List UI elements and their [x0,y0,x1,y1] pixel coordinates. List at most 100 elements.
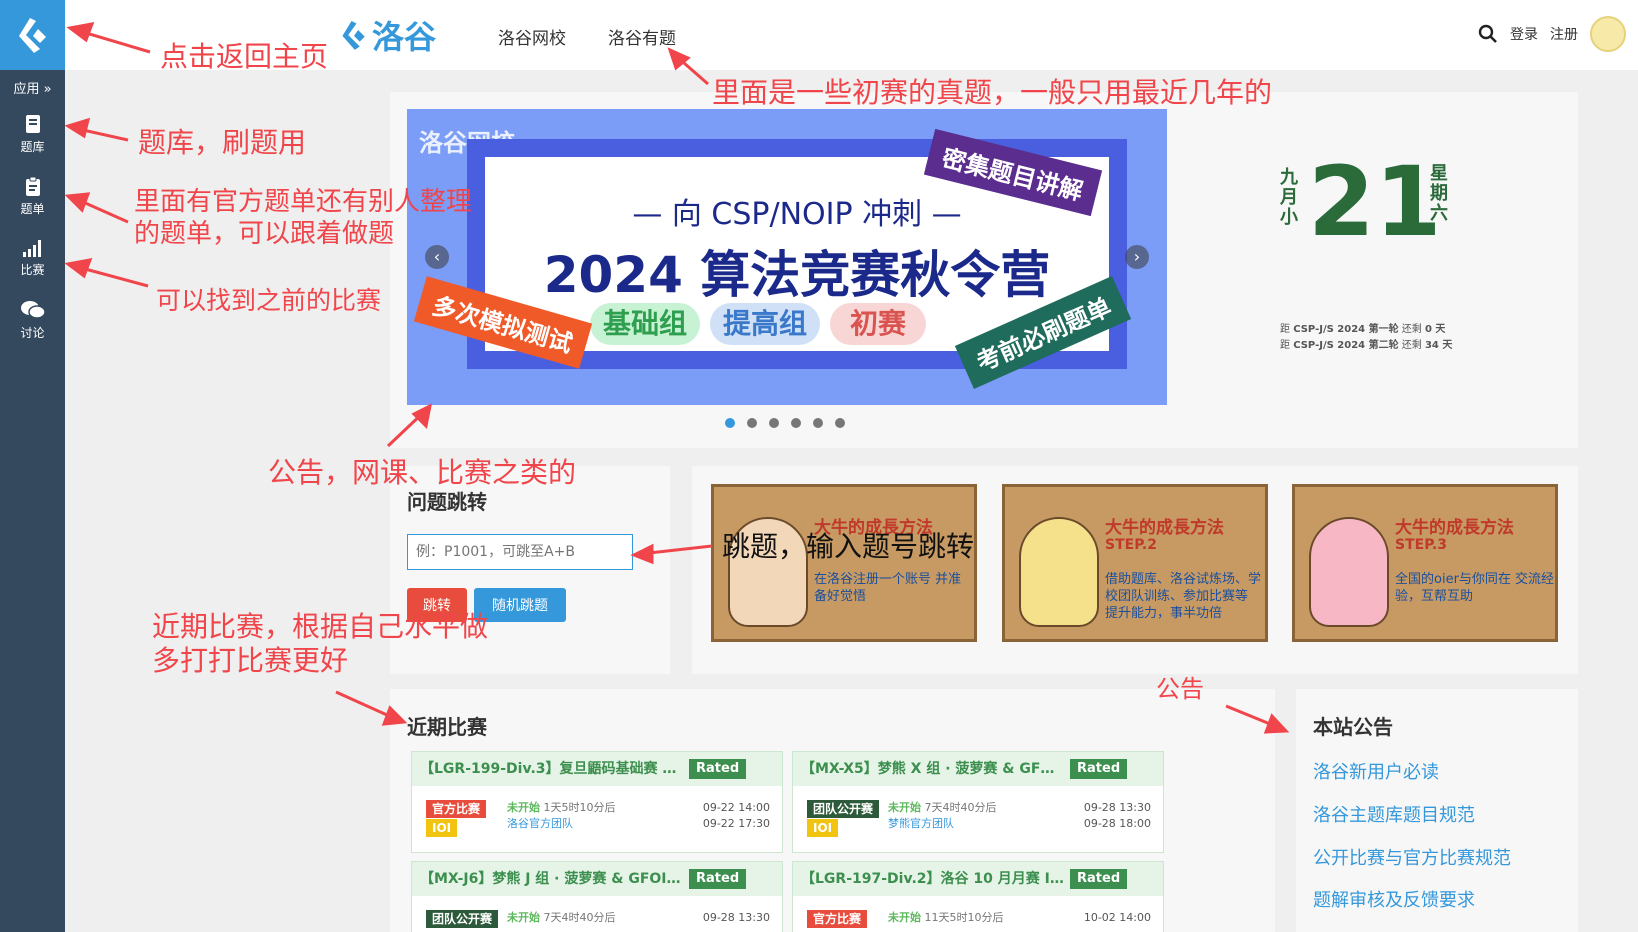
carousel-dot[interactable] [813,418,823,428]
contest-state: 未开始 [507,911,540,924]
register-link[interactable]: 注册 [1550,24,1578,44]
annotation-banner: 公告，网课、比赛之类的 [268,456,577,489]
annotation-jump: 跳题，输入题号跳转 [722,530,975,563]
contest-name[interactable]: 【MX-J6】梦熊 J 组 · 菠萝赛 & GFOI ... [420,862,685,896]
sidebar-item-label: 讨论 [20,325,45,340]
notice-card: 本站公告 洛谷新用户必读 洛谷主题库题目规范 公开比赛与官方比赛规范 题解审核及… [1296,689,1578,932]
notice-link[interactable]: 公开比赛与官方比赛规范 [1313,844,1511,870]
banner-pill-basic: 基础组 [590,303,700,345]
comic-character-image [1019,517,1099,627]
comic-desc: 全国的oier与你同在 交流经验，互帮互助 [1395,572,1555,604]
carousel-dot[interactable] [725,418,735,428]
contest-name[interactable]: 【MX-X5】梦熊 X 组 · 菠萝赛 & GFOI ... [801,752,1066,786]
contest-start: 09-28 13:30 [1083,801,1151,814]
guide-comic-3[interactable]: 大牛的成長方法 STEP.3 全国的oier与你同在 交流经验，互帮互助 [1292,484,1558,642]
contest-start: 09-22 14:00 [702,801,770,814]
guide-comic-card: 大牛的成長方法 在洛谷注册一个账号 并准备好觉悟 大牛的成長方法 STEP.2 … [692,466,1578,674]
contest-time: 09-28 13:30 [703,910,770,926]
banner-card: 洛谷网校 — 向 CSP/NOIP 冲刺 — 2024 算法竞赛秋令营 基础组 … [390,92,1578,448]
sidebar-item-problems[interactable]: 题库 [0,103,65,165]
notice-link[interactable]: 题解审核及反馈要求 [1313,886,1475,912]
sidebar: 应用 » 题库 题单 比赛 讨论 [0,0,65,932]
annotation-recent-line2: 多打打比赛更好 [152,644,349,677]
contest-name[interactable]: 【LGR-199-Div.3】复旦鼯码基础赛 #16... [420,752,685,786]
sidebar-item-label: 题单 [20,201,45,216]
luogu-logo-icon [18,18,46,53]
chat-icon [20,300,46,319]
contests-title: 近期比赛 [407,715,487,739]
contest-item[interactable]: 【MX-J6】梦熊 J 组 · 菠萝赛 & GFOI ... Rated 团队公开赛… [411,861,783,932]
contest-status: 未开始 7天4时40分后 梦熊官方团队 [888,800,997,832]
home-logo-button[interactable] [0,0,65,70]
banner-pill-advanced: 提高组 [710,303,820,345]
recent-contests-card: 近期比赛 【LGR-199-Div.3】复旦鼯码基础赛 #16... Rated 官… [390,689,1275,932]
rated-badge: Rated [1070,869,1128,889]
countdown-list: 距 CSP-J/S 2024 第一轮 还剩 0 天 距 CSP-J/S 2024… [1280,322,1452,354]
annotation-problems: 题库，刷题用 [138,126,307,159]
apps-toggle[interactable]: 应用 » [0,70,65,103]
contest-start: 10-02 14:00 [1083,911,1151,924]
carousel-dots [725,418,845,428]
contest-remaining: 1天5时10分后 [543,801,616,814]
comic-title: 大牛的成長方法 [1395,518,1514,538]
rated-badge: Rated [689,869,747,889]
login-link[interactable]: 登录 [1510,24,1538,44]
carousel-dot[interactable] [747,418,757,428]
clipboard-icon [25,176,40,196]
sidebar-item-discuss[interactable]: 讨论 [0,289,65,351]
contest-item[interactable]: 【LGR-199-Div.3】复旦鼯码基础赛 #16... Rated 官方比赛 IO… [411,751,783,853]
contest-status: 未开始 11天5时10分后 [888,910,1004,926]
contest-type-badge: 官方比赛 [426,800,487,818]
contest-host[interactable]: 洛谷官方团队 [507,816,616,832]
contest-header: 【MX-J6】梦熊 J 组 · 菠萝赛 & GFOI ... Rated [412,862,782,896]
banner-carousel[interactable]: 洛谷网校 — 向 CSP/NOIP 冲刺 — 2024 算法竞赛秋令营 基础组 … [407,109,1167,405]
contest-time: 09-28 13:30 09-28 18:00 [1084,800,1151,832]
date-day: 21 [1308,146,1442,258]
contest-item[interactable]: 【LGR-197-Div.2】洛谷 10 月月赛 I &... Rated 官方比赛… [792,861,1164,932]
contest-header: 【MX-X5】梦熊 X 组 · 菠萝赛 & GFOI ... Rated [793,752,1163,786]
comic-character-image [1309,517,1389,627]
guide-comic-2[interactable]: 大牛的成長方法 STEP.2 借助题库、洛谷试炼场、学校团队训练、参加比赛等 提… [1002,484,1268,642]
problem-id-input[interactable] [407,534,633,570]
notice-link[interactable]: 洛谷主题库题目规范 [1313,801,1475,827]
annotation-contests: 可以找到之前的比赛 [156,286,382,315]
contest-rule-badge: IOI [426,819,458,837]
contest-item[interactable]: 【MX-X5】梦熊 X 组 · 菠萝赛 & GFOI ... Rated 团队公开赛… [792,751,1164,853]
contest-time: 09-22 14:00 09-22 17:30 [703,800,770,832]
nav-link-youti[interactable]: 洛谷有题 [608,24,676,49]
countdown-item: 距 CSP-J/S 2024 第一轮 还剩 0 天 [1280,324,1446,335]
contest-host[interactable]: 梦熊官方团队 [888,816,997,832]
contest-status: 未开始 1天5时10分后 洛谷官方团队 [507,800,616,832]
rated-badge: Rated [1070,759,1128,779]
carousel-dot[interactable] [769,418,779,428]
brand-text: 洛谷 [372,18,437,56]
search-icon[interactable] [1478,24,1498,44]
carousel-dot[interactable] [835,418,845,428]
book-icon [25,114,40,133]
brand-logo[interactable]: 洛谷 [340,12,436,58]
sidebar-item-label: 题库 [20,139,45,154]
contest-status: 未开始 7天4时40分后 [507,910,616,926]
contest-remaining: 7天4时40分后 [543,911,616,924]
annotation-notice: 公告 [1156,675,1204,703]
carousel-next-button[interactable]: › [1125,245,1149,269]
comic-desc: 在洛谷注册一个账号 并准备好觉悟 [814,572,962,604]
carousel-dot[interactable] [791,418,801,428]
contest-remaining: 7天4时40分后 [924,801,997,814]
nav-link-school[interactable]: 洛谷网校 [498,24,566,49]
contest-name[interactable]: 【LGR-197-Div.2】洛谷 10 月月赛 I &... [801,862,1066,896]
user-area: 登录 注册 [1478,16,1626,52]
jump-title: 问题跳转 [407,490,487,514]
sidebar-item-lists[interactable]: 题单 [0,165,65,227]
comic-step: STEP.3 [1395,537,1447,553]
rated-badge: Rated [689,759,747,779]
notice-link[interactable]: 洛谷新用户必读 [1313,758,1439,784]
contest-type-badge: 团队公开赛 [807,800,880,818]
annotation-youti: 里面是一些初赛的真题，一般只用最近几年的 [712,76,1273,109]
contest-header: 【LGR-197-Div.2】洛谷 10 月月赛 I &... Rated [793,862,1163,896]
sidebar-item-contests[interactable]: 比赛 [0,227,65,289]
contest-header: 【LGR-199-Div.3】复旦鼯码基础赛 #16... Rated [412,752,782,786]
avatar[interactable] [1590,16,1626,52]
banner-pill-prelim: 初赛 [830,303,926,345]
date-weekday: 星期六 [1430,163,1448,224]
